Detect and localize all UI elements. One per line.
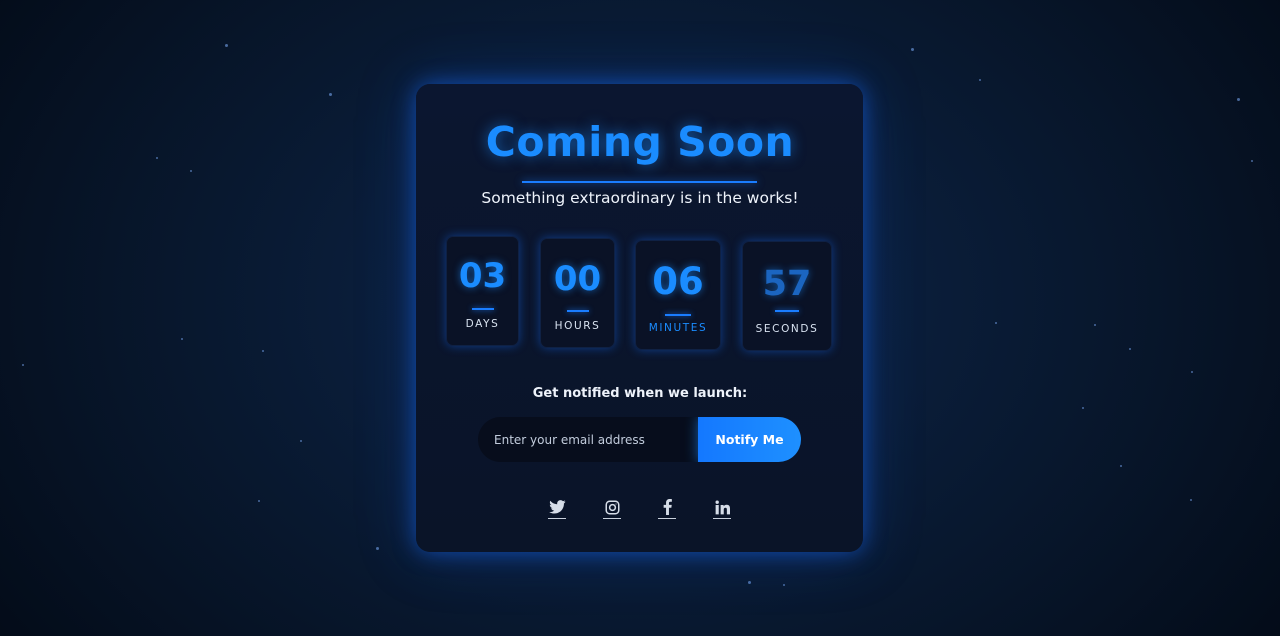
star: [258, 500, 260, 502]
star: [22, 364, 24, 366]
star: [783, 584, 785, 586]
countdown-seconds-value: 57: [762, 264, 812, 304]
twitter-link[interactable]: [546, 496, 568, 519]
star: [376, 547, 379, 550]
countdown-seconds-box: 57 SECONDS: [742, 241, 832, 351]
star: [1094, 324, 1096, 326]
instagram-link[interactable]: [601, 496, 623, 519]
countdown-hours-underline: [566, 310, 589, 312]
page-subtitle: Something extraordinary is in the works!: [481, 189, 799, 207]
countdown-days-value: 03: [458, 256, 507, 296]
countdown-hours-box: 00 HOURS: [540, 238, 615, 348]
star: [1237, 98, 1240, 101]
star: [181, 338, 183, 340]
star: [329, 93, 332, 96]
star: [300, 440, 302, 442]
notify-form: Notify Me: [478, 417, 801, 462]
instagram-underline: [603, 517, 621, 519]
facebook-icon: [663, 499, 672, 515]
countdown-minutes-value: 06: [652, 260, 704, 303]
countdown-hours-label: HOURS: [554, 320, 601, 332]
facebook-underline: [658, 517, 676, 519]
linkedin-link[interactable]: [711, 496, 733, 519]
countdown-seconds-label: SECONDS: [755, 323, 819, 335]
countdown-hours-value: 00: [553, 259, 602, 299]
countdown-days-underline: [471, 308, 494, 310]
star: [262, 350, 264, 352]
star: [1120, 465, 1122, 467]
countdown-minutes-underline: [665, 314, 691, 316]
star: [979, 79, 981, 81]
page-title: Coming Soon: [485, 118, 795, 166]
countdown-days-box: 03 DAYS: [446, 236, 519, 346]
title-underline: [522, 181, 757, 183]
notify-label: Get notified when we launch:: [532, 386, 748, 401]
twitter-icon: [548, 500, 566, 514]
star: [1191, 371, 1193, 373]
instagram-icon: [605, 500, 620, 515]
star: [911, 48, 914, 51]
star: [1082, 407, 1084, 409]
email-input[interactable]: [478, 417, 698, 462]
twitter-underline: [548, 517, 566, 519]
star: [1190, 499, 1192, 501]
countdown-minutes-label: MINUTES: [648, 322, 708, 334]
facebook-link[interactable]: [656, 496, 678, 519]
star: [995, 322, 997, 324]
linkedin-icon: [715, 500, 730, 515]
countdown-days-label: DAYS: [465, 318, 500, 330]
linkedin-underline: [713, 517, 731, 519]
star: [225, 44, 228, 47]
star: [1129, 348, 1131, 350]
countdown-seconds-underline: [775, 310, 799, 312]
countdown-minutes-box: 06 MINUTES: [635, 240, 721, 350]
star: [748, 581, 751, 584]
notify-me-button[interactable]: Notify Me: [698, 417, 801, 462]
